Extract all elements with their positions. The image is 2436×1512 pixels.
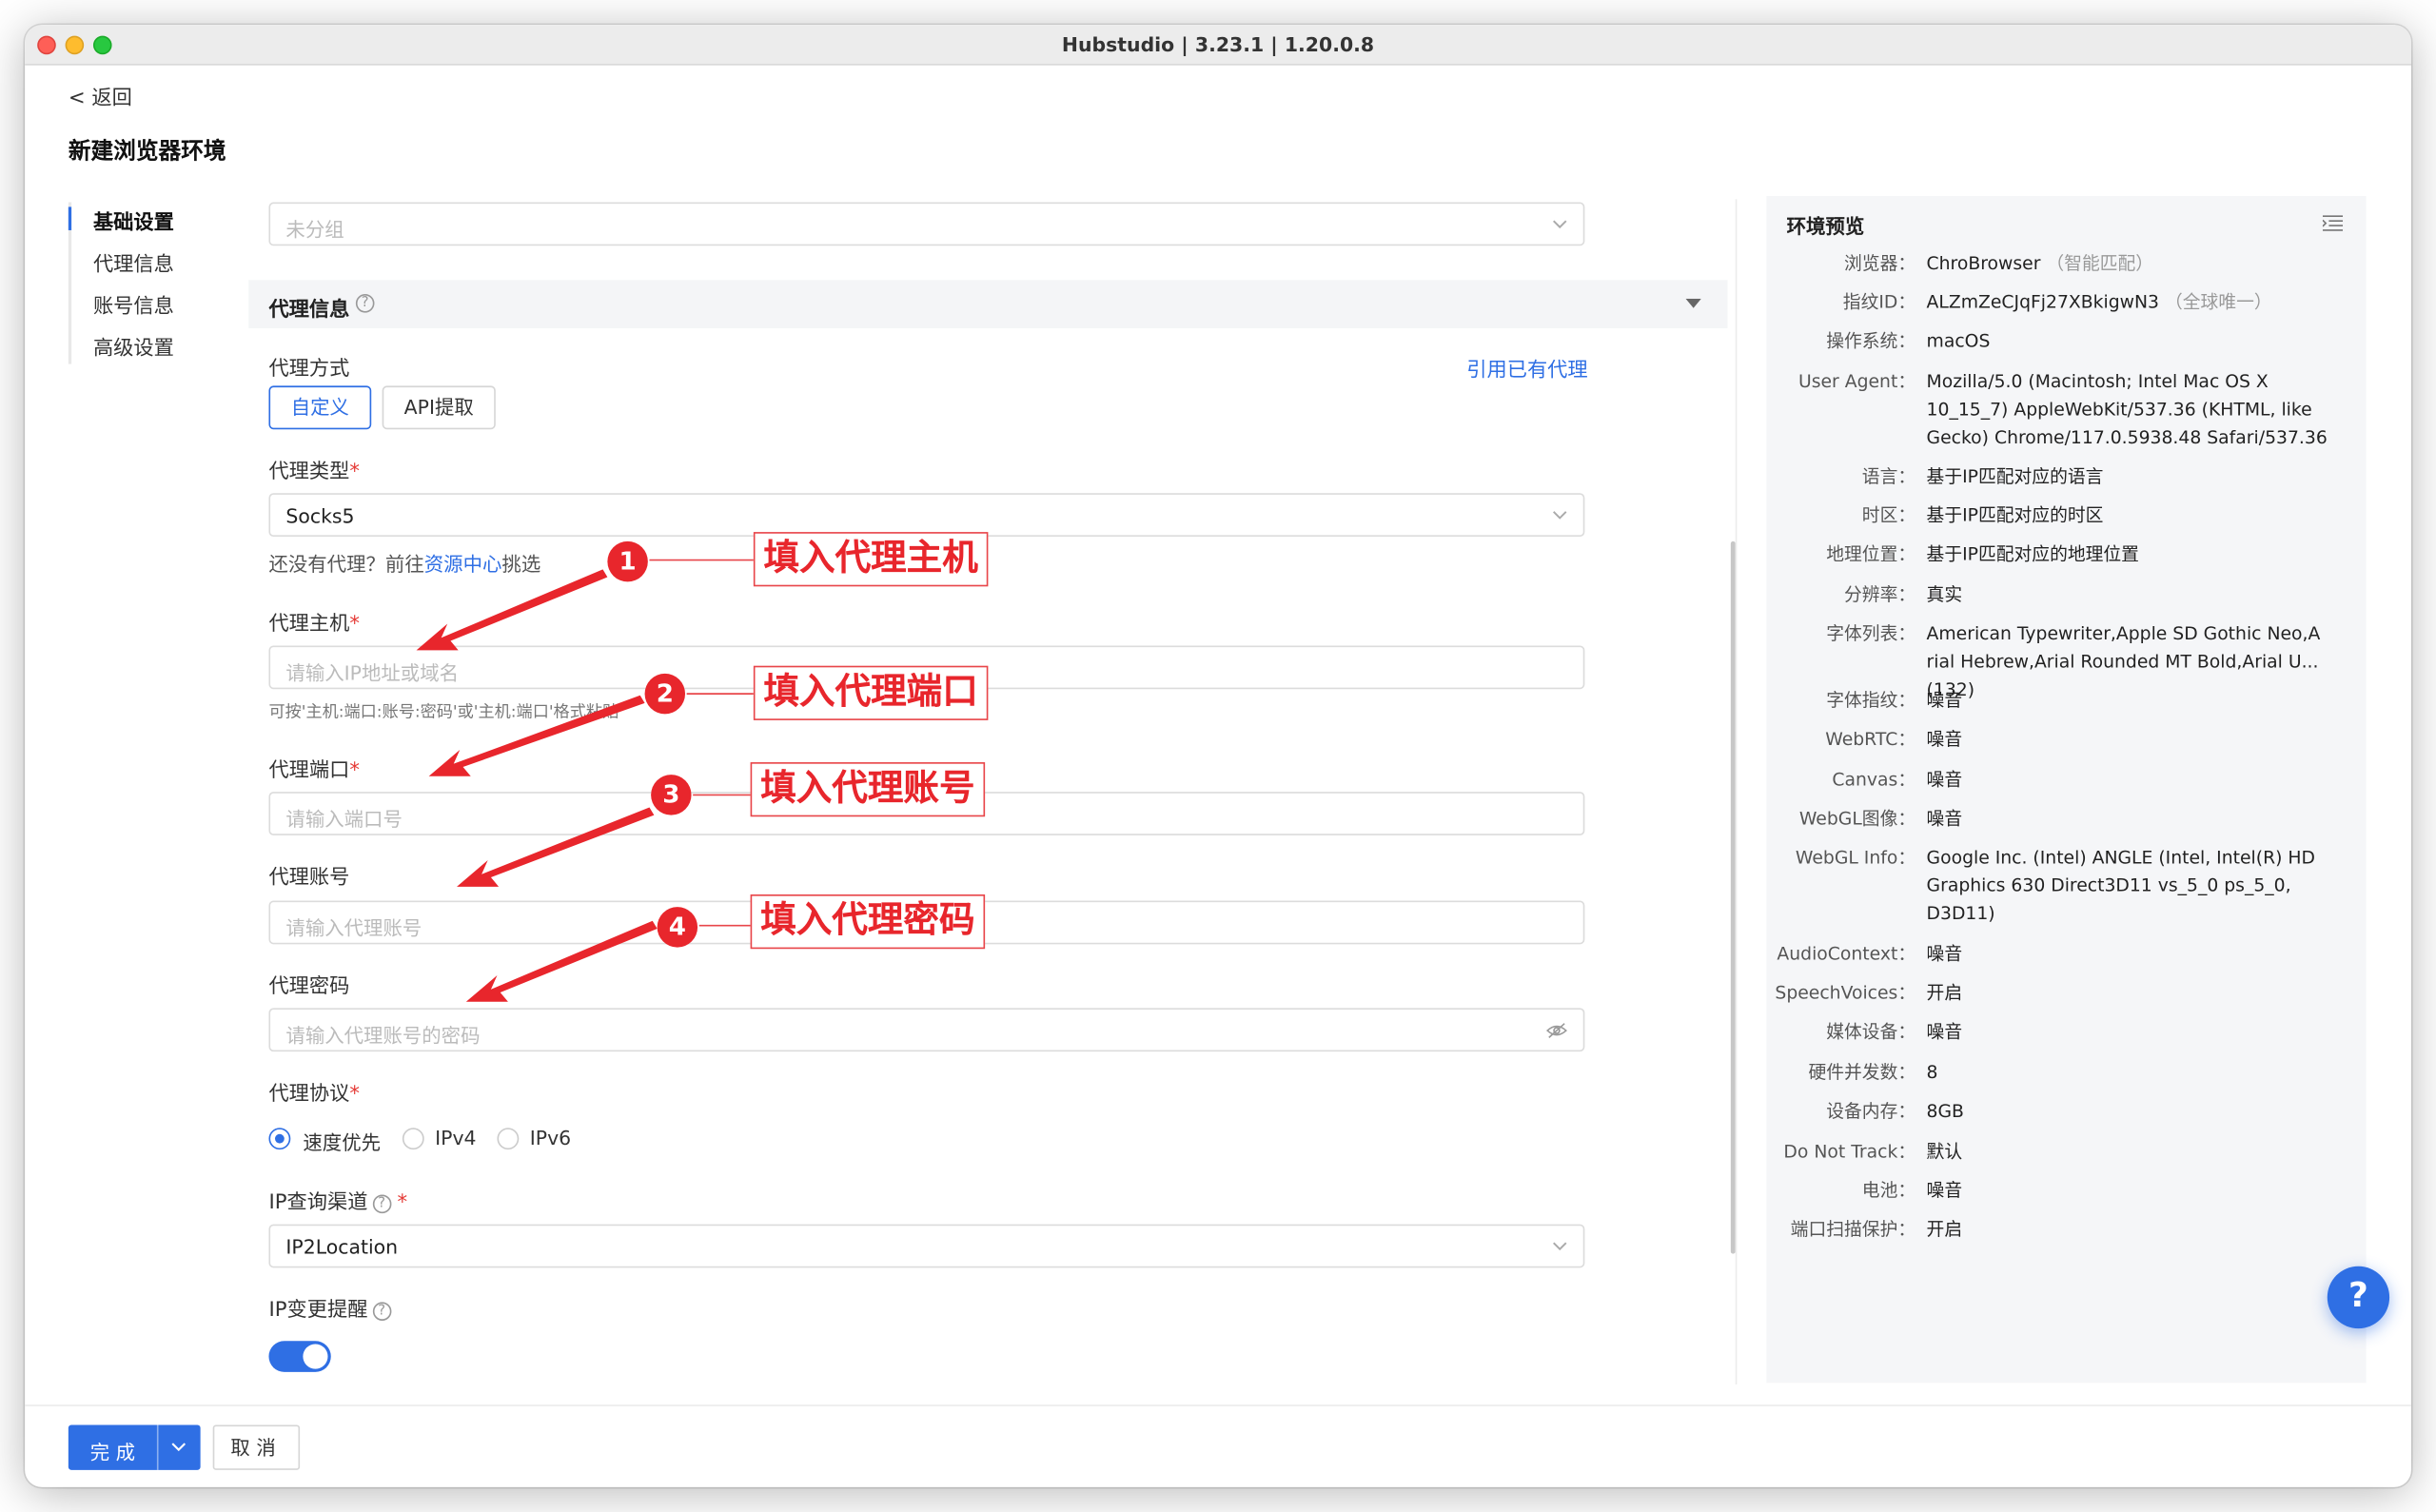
annotation-label-1: 填入代理主机 xyxy=(753,532,989,587)
annotation-number-3: 3 xyxy=(651,775,692,815)
annotation-label-2: 填入代理端口 xyxy=(753,665,989,720)
annotation-arrows xyxy=(416,559,754,1002)
annotation-label-3: 填入代理账号 xyxy=(750,762,986,817)
annotation-label-4: 填入代理密码 xyxy=(750,894,986,950)
annotation-number-1: 1 xyxy=(607,540,648,582)
annotation-number-2: 2 xyxy=(644,673,686,715)
annotation-number-4: 4 xyxy=(657,907,698,948)
